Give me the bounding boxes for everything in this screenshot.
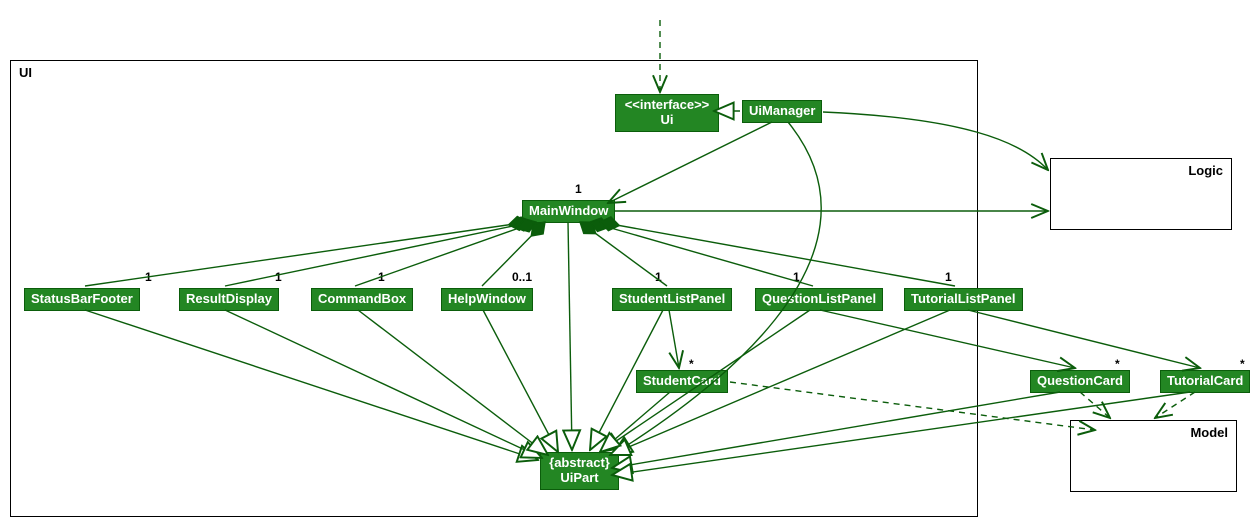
diagram-canvas: UI Logic Model <<interface>> Ui UiManage… xyxy=(0,0,1253,523)
connectors xyxy=(0,0,1253,523)
